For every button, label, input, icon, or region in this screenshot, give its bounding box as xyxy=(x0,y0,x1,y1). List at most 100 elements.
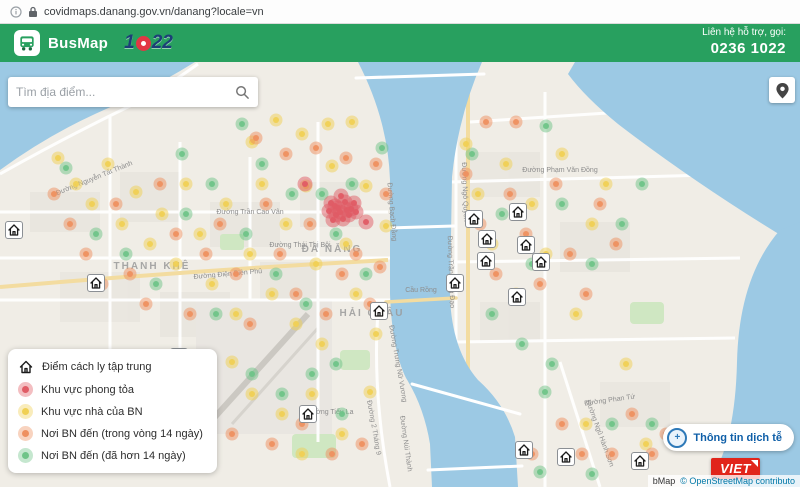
case-marker-yellow[interactable] xyxy=(380,220,393,233)
case-marker-yellow[interactable] xyxy=(340,238,353,251)
case-marker-green[interactable] xyxy=(330,228,343,241)
search-icon[interactable] xyxy=(235,85,250,100)
case-marker-orange[interactable] xyxy=(280,148,293,161)
case-marker-orange[interactable] xyxy=(336,268,349,281)
case-marker-orange[interactable] xyxy=(184,308,197,321)
case-marker-yellow[interactable] xyxy=(326,160,339,173)
case-marker-green[interactable] xyxy=(486,308,499,321)
case-marker-orange[interactable] xyxy=(124,268,137,281)
case-marker-orange[interactable] xyxy=(460,168,473,181)
case-marker-yellow[interactable] xyxy=(206,278,219,291)
case-marker-green[interactable] xyxy=(496,208,509,221)
info-circle-icon[interactable] xyxy=(10,6,22,18)
case-marker-yellow[interactable] xyxy=(170,258,183,271)
case-marker-orange[interactable] xyxy=(594,198,607,211)
case-marker-yellow[interactable] xyxy=(230,308,243,321)
quarantine-house-marker[interactable] xyxy=(479,231,496,248)
case-marker-green[interactable] xyxy=(300,298,313,311)
case-marker-yellow[interactable] xyxy=(322,118,335,131)
case-marker-green[interactable] xyxy=(236,118,249,131)
case-marker-yellow[interactable] xyxy=(102,158,115,171)
case-marker-orange[interactable] xyxy=(140,298,153,311)
case-marker-green[interactable] xyxy=(270,268,283,281)
case-marker-yellow[interactable] xyxy=(580,418,593,431)
case-marker-yellow[interactable] xyxy=(500,158,513,171)
case-marker-green[interactable] xyxy=(286,188,299,201)
case-marker-yellow[interactable] xyxy=(586,218,599,231)
case-marker-green[interactable] xyxy=(586,258,599,271)
case-marker-orange[interactable] xyxy=(260,198,273,211)
case-marker-green[interactable] xyxy=(276,388,289,401)
case-marker-orange[interactable] xyxy=(64,218,77,231)
case-marker-orange[interactable] xyxy=(274,248,287,261)
case-marker-yellow[interactable] xyxy=(360,180,373,193)
case-marker-orange[interactable] xyxy=(340,152,353,165)
case-marker-yellow[interactable] xyxy=(364,386,377,399)
case-marker-yellow[interactable] xyxy=(296,448,309,461)
case-marker-orange[interactable] xyxy=(310,142,323,155)
case-marker-green[interactable] xyxy=(606,418,619,431)
case-marker-green[interactable] xyxy=(556,198,569,211)
case-marker-orange[interactable] xyxy=(626,408,639,421)
case-marker-orange[interactable] xyxy=(374,261,387,274)
case-marker-yellow[interactable] xyxy=(280,218,293,231)
url-text[interactable]: covidmaps.danang.gov.vn/danang?locale=vn xyxy=(44,6,264,18)
case-marker-yellow[interactable] xyxy=(256,178,269,191)
case-marker-green[interactable] xyxy=(539,386,552,399)
case-marker-yellow[interactable] xyxy=(346,116,359,129)
case-marker-green[interactable] xyxy=(360,268,373,281)
quarantine-house-marker[interactable] xyxy=(558,449,575,466)
case-marker-orange[interactable] xyxy=(226,428,239,441)
quarantine-house-marker[interactable] xyxy=(533,254,550,271)
quarantine-house-marker[interactable] xyxy=(509,289,526,306)
case-marker-yellow[interactable] xyxy=(180,178,193,191)
case-marker-orange[interactable] xyxy=(170,228,183,241)
case-marker-green[interactable] xyxy=(534,466,547,479)
case-marker-green[interactable] xyxy=(150,278,163,291)
case-marker-yellow[interactable] xyxy=(306,388,319,401)
case-marker-green[interactable] xyxy=(586,468,599,481)
case-marker-orange[interactable] xyxy=(304,218,317,231)
case-marker-yellow[interactable] xyxy=(460,138,473,151)
case-marker-yellow[interactable] xyxy=(370,328,383,341)
case-marker-green[interactable] xyxy=(256,158,269,171)
case-marker-yellow[interactable] xyxy=(70,178,83,191)
quarantine-house-marker[interactable] xyxy=(466,211,483,228)
case-marker-yellow[interactable] xyxy=(620,358,633,371)
quarantine-house-marker[interactable] xyxy=(447,275,464,292)
case-marker-orange[interactable] xyxy=(556,418,569,431)
quarantine-house-marker[interactable] xyxy=(371,303,388,320)
case-marker-yellow[interactable] xyxy=(244,248,257,261)
case-marker-green[interactable] xyxy=(90,228,103,241)
case-marker-orange[interactable] xyxy=(576,448,589,461)
case-marker-green[interactable] xyxy=(540,120,553,133)
quarantine-house-marker[interactable] xyxy=(88,275,105,292)
search-input[interactable] xyxy=(16,85,229,99)
case-marker-yellow[interactable] xyxy=(226,356,239,369)
case-marker-green[interactable] xyxy=(346,178,359,191)
quarantine-house-marker[interactable] xyxy=(516,442,533,459)
case-marker-orange[interactable] xyxy=(230,268,243,281)
case-marker-orange[interactable] xyxy=(214,218,227,231)
case-marker-orange[interactable] xyxy=(504,188,517,201)
case-marker-yellow[interactable] xyxy=(472,188,485,201)
case-marker-yellow[interactable] xyxy=(276,408,289,421)
case-marker-orange[interactable] xyxy=(200,248,213,261)
case-marker-green[interactable] xyxy=(336,408,349,421)
case-marker-orange[interactable] xyxy=(48,188,61,201)
case-marker-green[interactable] xyxy=(206,178,219,191)
case-marker-yellow[interactable] xyxy=(156,208,169,221)
case-marker-orange[interactable] xyxy=(356,438,369,451)
case-marker-orange[interactable] xyxy=(480,116,493,129)
case-marker-orange[interactable] xyxy=(80,248,93,261)
quarantine-house-marker[interactable] xyxy=(6,222,23,239)
case-marker-yellow[interactable] xyxy=(86,198,99,211)
quarantine-house-marker[interactable] xyxy=(300,406,317,423)
case-marker-green[interactable] xyxy=(176,148,189,161)
case-marker-orange[interactable] xyxy=(510,116,523,129)
case-marker-yellow[interactable] xyxy=(220,198,233,211)
case-marker-orange[interactable] xyxy=(244,318,257,331)
quarantine-house-marker[interactable] xyxy=(632,453,649,470)
case-marker-red[interactable] xyxy=(326,213,341,228)
case-marker-orange[interactable] xyxy=(606,448,619,461)
